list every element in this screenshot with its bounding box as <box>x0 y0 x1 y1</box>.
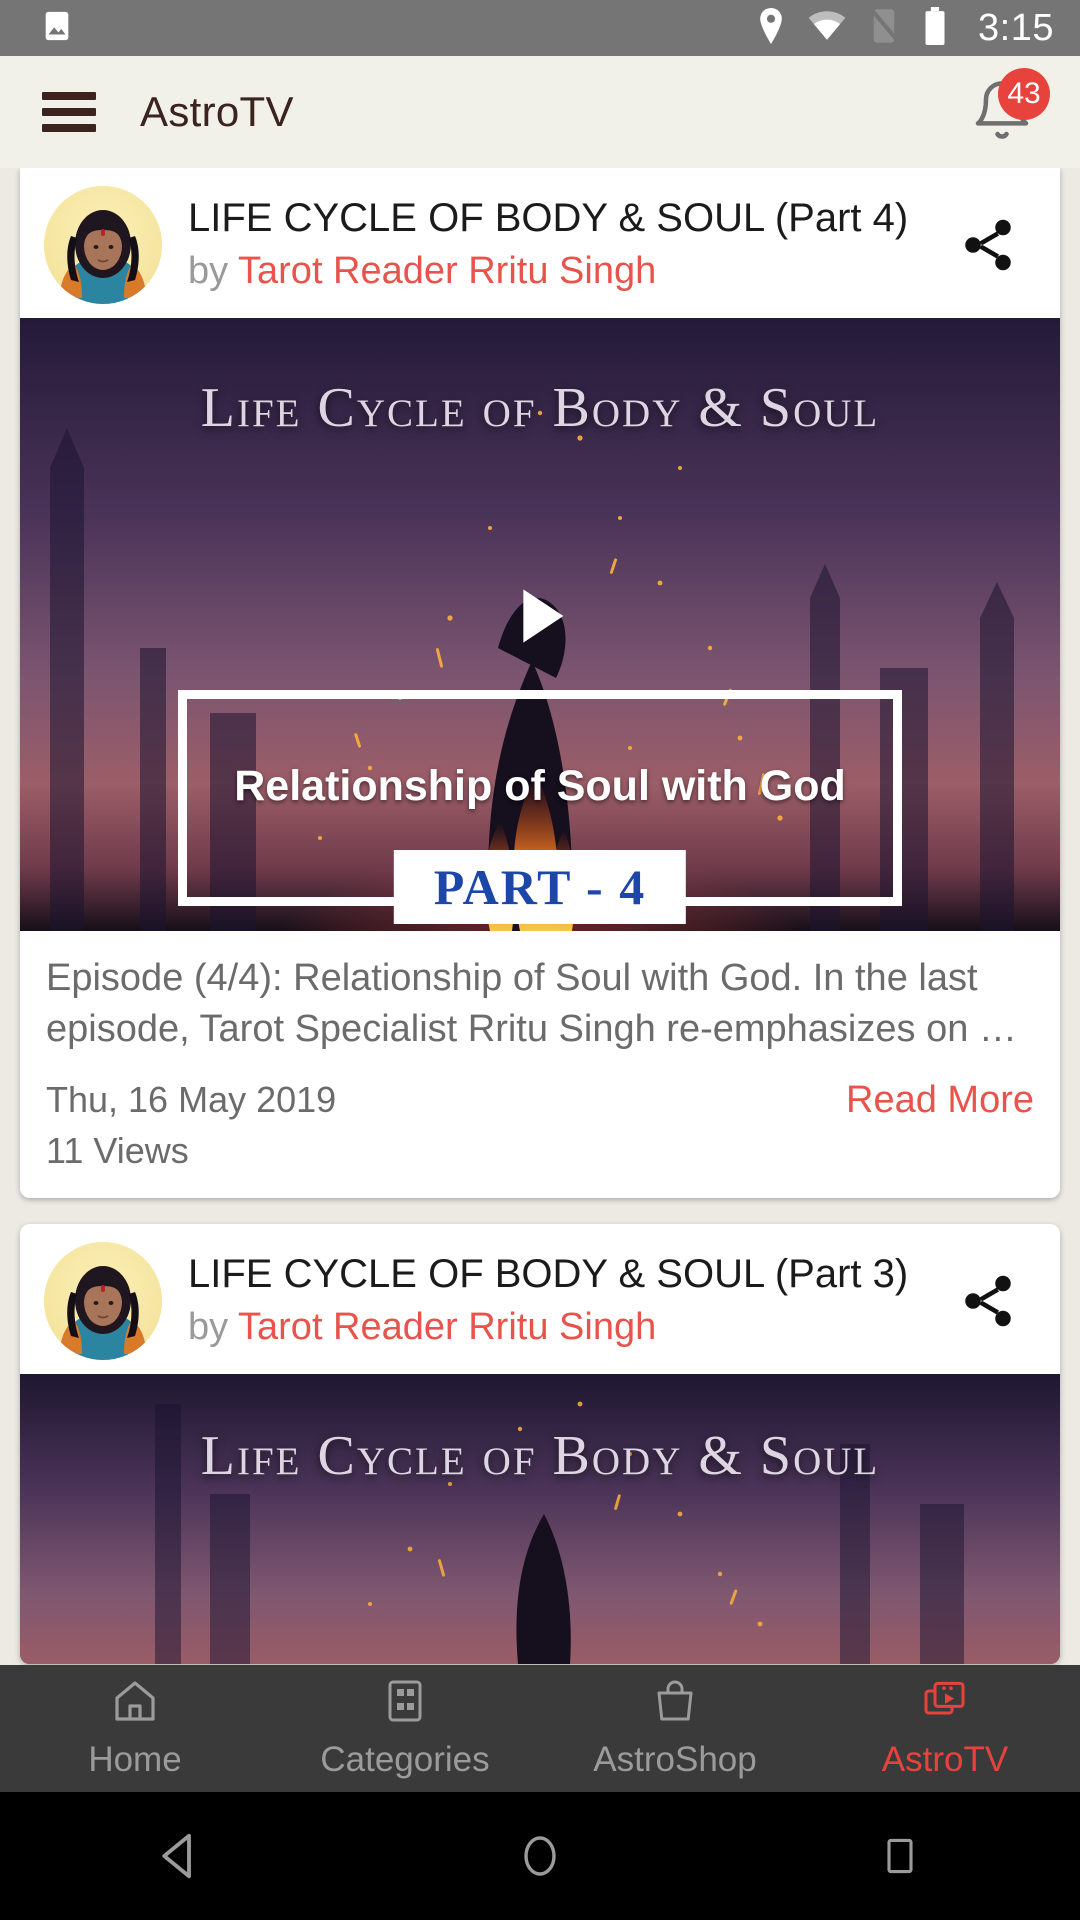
video-card-header: LIFE CYCLE OF BODY & SOUL (Part 3) by Ta… <box>20 1223 1060 1374</box>
nav-item-astroshop[interactable]: AstroShop <box>540 1677 810 1780</box>
home-circle-icon[interactable] <box>480 1796 600 1916</box>
status-bar: 3:15 <box>0 0 1080 56</box>
author-link[interactable]: Tarot Reader Rritu Singh <box>238 1306 656 1348</box>
wifi-icon <box>808 10 846 46</box>
bottom-navigation: Home Categories AstroShop AstroTV <box>0 1665 1080 1792</box>
share-icon[interactable] <box>940 197 1036 293</box>
read-more-link[interactable]: Read More <box>846 1079 1034 1122</box>
video-feed[interactable]: LIFE CYCLE OF BODY & SOUL (Part 4) by Ta… <box>0 168 1080 1665</box>
thumbnail-artwork <box>20 1373 1060 1664</box>
thumbnail-banner-title: Life Cycle of Body & Soul <box>200 377 880 439</box>
nav-item-astrotv[interactable]: AstroTV <box>810 1677 1080 1780</box>
avatar[interactable] <box>44 186 162 304</box>
tv-video-icon <box>921 1677 969 1730</box>
nav-label: Home <box>88 1740 182 1779</box>
nav-item-home[interactable]: Home <box>0 1677 270 1780</box>
grid-icon <box>381 1677 429 1730</box>
back-triangle-icon[interactable] <box>120 1796 240 1916</box>
author-link[interactable]: Tarot Reader Rritu Singh <box>238 250 656 292</box>
video-author-line: by Tarot Reader Rritu Singh <box>188 248 940 294</box>
video-author-line: by Tarot Reader Rritu Singh <box>188 1304 940 1350</box>
by-label: by <box>188 250 229 293</box>
video-card[interactable]: LIFE CYCLE OF BODY & SOUL (Part 4) by Ta… <box>20 168 1060 1198</box>
app-bar: AstroTV 43 <box>0 56 1080 168</box>
play-icon[interactable] <box>498 574 582 658</box>
video-card-titles: LIFE CYCLE OF BODY & SOUL (Part 3) by Ta… <box>188 1251 940 1351</box>
image-icon <box>40 9 74 48</box>
android-navigation-bar <box>0 1792 1080 1920</box>
status-bar-right: 3:15 <box>756 6 1054 50</box>
video-description: Episode (4/4): Relationship of Soul with… <box>46 957 1017 1050</box>
publish-date: Thu, 16 May 2019 <box>46 1078 337 1120</box>
video-title: LIFE CYCLE OF BODY & SOUL (Part 4) <box>188 196 909 241</box>
video-thumbnail[interactable]: Life Cycle of Body & Soul Relationship o… <box>20 318 1060 931</box>
video-meta-row: Thu, 16 May 2019 Read More <box>46 1079 1034 1122</box>
notification-badge: 43 <box>998 68 1050 120</box>
signal-off-icon <box>868 7 902 49</box>
video-card[interactable]: LIFE CYCLE OF BODY & SOUL (Part 3) by Ta… <box>20 1223 1060 1664</box>
shopping-bag-icon <box>651 1677 699 1730</box>
hamburger-menu-icon[interactable] <box>42 92 96 132</box>
nav-label: AstroTV <box>881 1740 1009 1779</box>
location-pin-icon <box>756 7 786 49</box>
nav-item-categories[interactable]: Categories <box>270 1677 540 1780</box>
battery-icon <box>922 6 948 50</box>
video-card-body: Episode (4/4): Relationship of Soul with… <box>20 931 1060 1198</box>
nav-label: AstroShop <box>593 1740 757 1779</box>
by-label: by <box>188 1306 229 1349</box>
app-screen: 3:15 AstroTV 43 LIFE CYCLE OF BODY & SOU… <box>0 0 1080 1920</box>
home-icon <box>111 1677 159 1730</box>
thumbnail-part-label: PART - 4 <box>393 850 687 924</box>
status-bar-left <box>40 9 74 48</box>
recents-square-icon[interactable] <box>840 1796 960 1916</box>
video-thumbnail[interactable]: Life Cycle of Body & Soul <box>20 1373 1060 1664</box>
share-icon[interactable] <box>940 1253 1036 1349</box>
video-card-header: LIFE CYCLE OF BODY & SOUL (Part 4) by Ta… <box>20 168 1060 318</box>
thumbnail-overlay-title: Relationship of Soul with God <box>234 762 846 810</box>
view-count: 11 Views <box>46 1129 189 1171</box>
avatar[interactable] <box>44 1241 162 1360</box>
nav-label: Categories <box>320 1740 490 1779</box>
status-bar-clock: 3:15 <box>978 6 1054 49</box>
page-title: AstroTV <box>140 88 294 135</box>
video-title: LIFE CYCLE OF BODY & SOUL (Part 3) <box>188 1252 909 1297</box>
thumbnail-banner-title: Life Cycle of Body & Soul <box>200 1424 880 1487</box>
video-card-titles: LIFE CYCLE OF BODY & SOUL (Part 4) by Ta… <box>188 195 940 295</box>
notifications-button[interactable]: 43 <box>954 64 1050 160</box>
